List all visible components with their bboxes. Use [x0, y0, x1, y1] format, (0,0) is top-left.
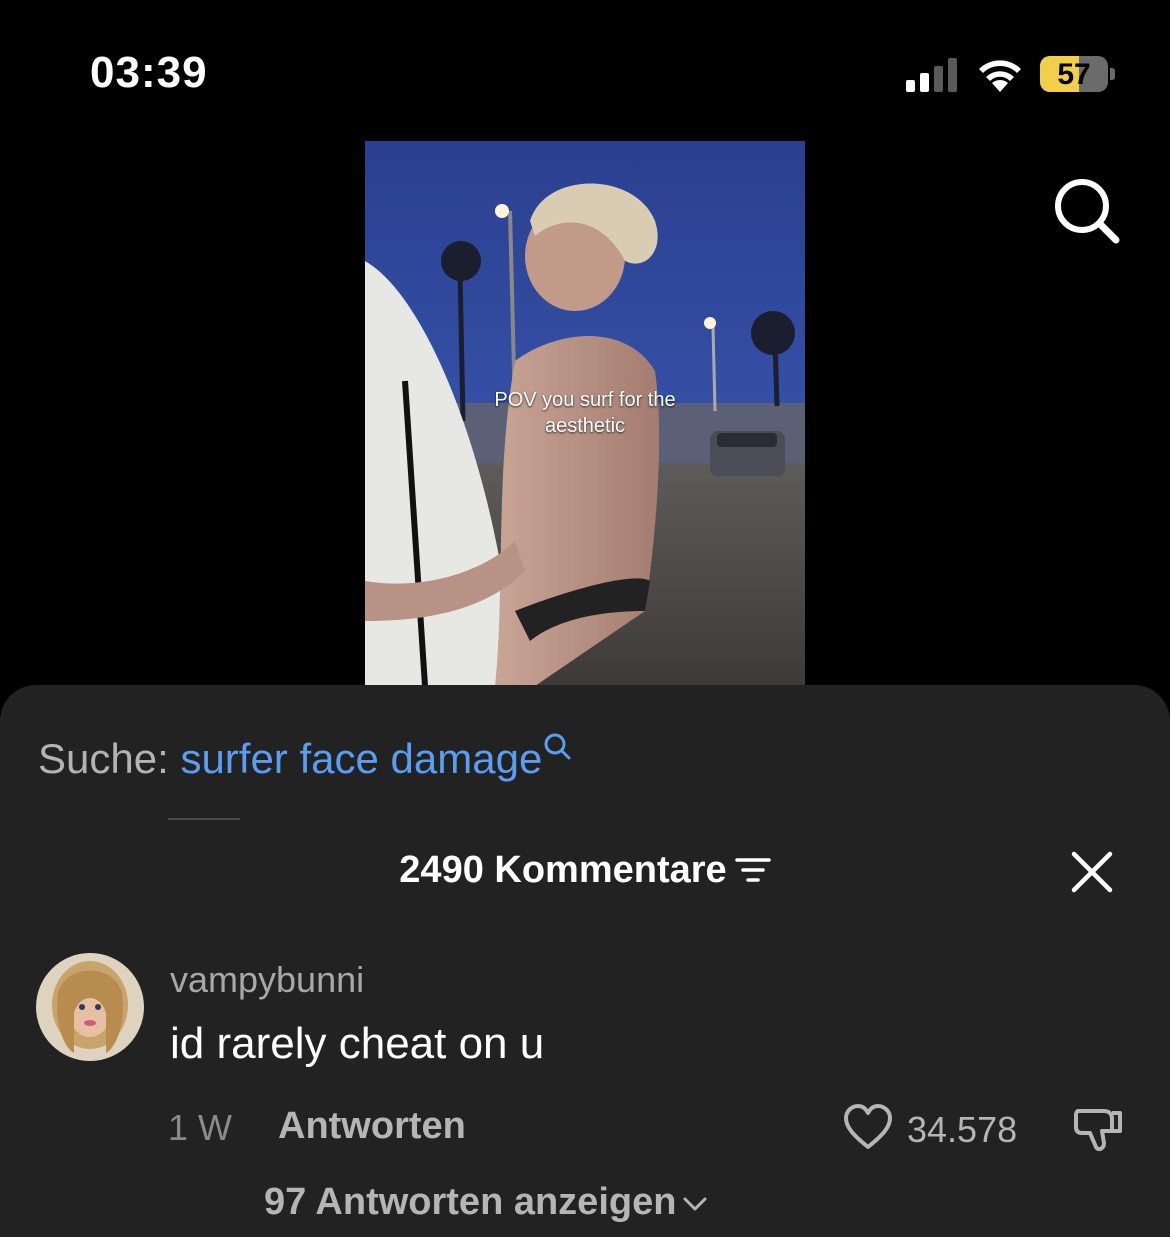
signal-icon: [906, 58, 957, 92]
thumbs-down-icon[interactable]: [1072, 1103, 1124, 1155]
search-term-link[interactable]: surfer face damage: [180, 735, 542, 782]
video-player[interactable]: POV you surf for the aesthetic: [365, 141, 805, 686]
wifi-icon: [979, 60, 1021, 92]
search-icon[interactable]: [1052, 176, 1122, 246]
search-suggestion[interactable]: Suche: surfer face damage: [38, 733, 572, 783]
comments-sheet: Suche: surfer face damage 2490 Kommentar…: [0, 685, 1170, 1237]
video-caption-line2: aesthetic: [544, 415, 626, 437]
reply-button[interactable]: Antworten: [278, 1105, 466, 1148]
comments-count: 2490 Kommentare: [399, 849, 727, 891]
view-replies-label: 97 Antworten anzeigen: [264, 1181, 677, 1223]
comment-username[interactable]: vampybunni: [170, 959, 364, 1001]
status-time: 03:39: [90, 48, 208, 97]
avatar[interactable]: [36, 953, 144, 1061]
heart-icon[interactable]: [843, 1103, 893, 1151]
comments-header: 2490 Kommentare: [0, 849, 1170, 892]
search-icon: [544, 733, 571, 760]
chevron-down-icon: [683, 1197, 707, 1211]
replies-divider: [168, 818, 240, 820]
battery-level: 57: [1057, 58, 1091, 91]
video-caption-line1: POV you surf for the: [494, 389, 676, 411]
filter-icon[interactable]: [734, 855, 771, 885]
battery-icon: 57: [1040, 56, 1108, 92]
comment-age: 1 W: [168, 1107, 233, 1148]
close-icon[interactable]: [1070, 850, 1114, 894]
view-replies-button[interactable]: 97 Antworten anzeigen: [264, 1181, 708, 1224]
like-count: 34.578: [907, 1109, 1018, 1150]
video-caption: POV you surf for the aesthetic: [365, 387, 805, 439]
comment-text: id rarely cheat on u: [170, 1019, 545, 1068]
search-prefix: Suche:: [38, 735, 181, 782]
battery-nub: [1110, 68, 1115, 80]
